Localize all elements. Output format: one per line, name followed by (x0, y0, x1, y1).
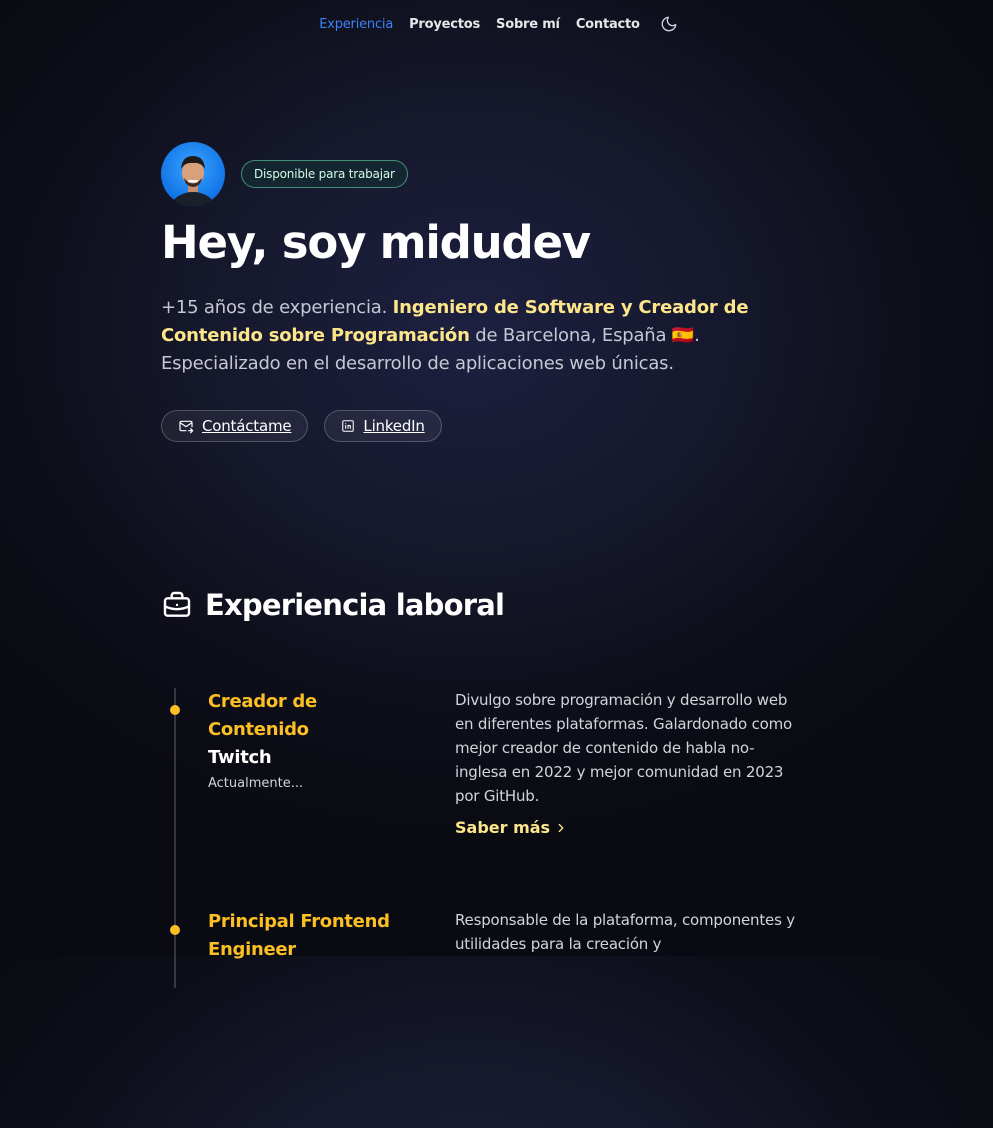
experience-heading: Experiencia laboral (161, 588, 801, 622)
experience-section: Experiencia laboral (161, 588, 801, 622)
hero-top-row: Disponible para trabajar (161, 142, 801, 206)
job-date: Actualmente... (208, 776, 304, 791)
nav-item-proyectos[interactable]: Proyectos (409, 17, 480, 32)
contact-button-label: Contáctame (202, 416, 292, 435)
top-nav: Experiencia Proyectos Sobre mí Contacto (0, 0, 993, 48)
avatar (161, 142, 225, 206)
timeline-dot (170, 925, 180, 935)
hero-desc-part2: de Barcelona, España (469, 324, 672, 346)
linkedin-icon (342, 419, 355, 432)
chevron-right-icon (558, 823, 564, 832)
timeline-dot (170, 705, 180, 715)
availability-badge: Disponible para trabajar (241, 160, 408, 188)
contact-button[interactable]: Contáctame (161, 409, 309, 442)
read-more-link[interactable]: Saber más (455, 818, 568, 837)
job-description: Responsable de la plataforma, componente… (455, 911, 795, 953)
hero-section: Disponible para trabajar Hey, soy midude… (161, 142, 801, 442)
experience-timeline: Creador de Contenido Twitch Actualmente.… (161, 688, 801, 1128)
avatar-portrait (171, 156, 215, 206)
nav-item-contacto[interactable]: Contacto (576, 17, 640, 32)
read-more-label: Saber más (455, 818, 551, 837)
hero-actions: Contáctame LinkedIn (161, 409, 801, 442)
mail-icon (179, 420, 194, 433)
nav-item-sobre-mi[interactable]: Sobre mí (496, 17, 560, 32)
linkedin-button[interactable]: LinkedIn (324, 409, 442, 442)
nav-links: Experiencia Proyectos Sobre mí Contacto (319, 13, 680, 35)
job-role: Creador de Contenido (208, 691, 317, 740)
hero-desc-part1: +15 años de experiencia. (161, 296, 393, 318)
timeline-item: Creador de Contenido Twitch Actualmente.… (161, 688, 801, 908)
job-company: Twitch (208, 747, 272, 768)
moon-icon (661, 16, 677, 32)
timeline-item-header: Creador de Contenido Twitch Actualmente.… (208, 688, 418, 791)
nav-item-experiencia[interactable]: Experiencia (319, 17, 393, 32)
timeline-item-body: Responsable de la plataforma, componente… (455, 908, 795, 956)
timeline-item-body: Divulgo sobre programación y desarrollo … (455, 688, 795, 837)
hero-description: +15 años de experiencia. Ingeniero de So… (161, 294, 761, 378)
experience-title: Experiencia laboral (205, 588, 505, 622)
hero-title: Hey, soy midudev (161, 216, 591, 269)
theme-toggle-button[interactable] (658, 13, 680, 35)
briefcase-icon (163, 591, 191, 617)
timeline-item: Principal Frontend Engineer Responsable … (161, 908, 801, 1128)
job-description: Divulgo sobre programación y desarrollo … (455, 691, 792, 805)
linkedin-button-label: LinkedIn (363, 416, 425, 435)
spain-flag-icon: 🇪🇸 (671, 324, 695, 346)
